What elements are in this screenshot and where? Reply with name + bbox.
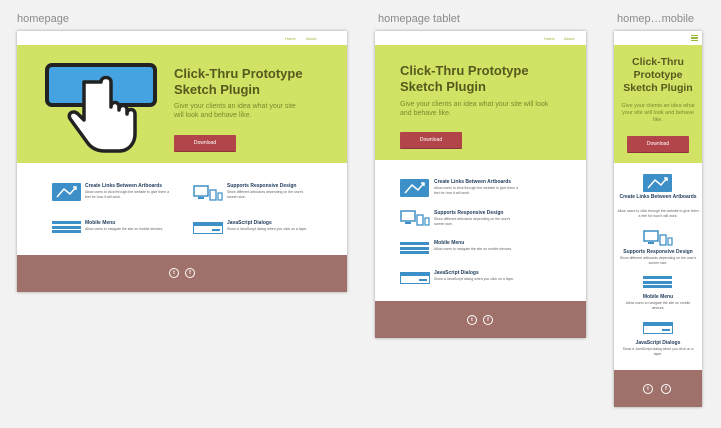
download-button[interactable]: Download	[627, 136, 689, 152]
nav-about-link[interactable]: About	[564, 36, 574, 41]
hero-title-line2: Sketch Plugin	[174, 81, 260, 97]
features-section: Create Links Between Artboards Allow use…	[375, 160, 586, 301]
feature-desc-dialogs: Show a JavaScript dialog when you click …	[227, 227, 308, 231]
feature-title-dialogs: JavaScript Dialogs	[227, 220, 272, 226]
facebook-icon[interactable]: f	[661, 384, 671, 394]
feature-title-mobile-menu: Mobile Menu	[85, 220, 116, 226]
nav-bar: Home About	[375, 31, 586, 45]
nav-about-link[interactable]: About	[306, 36, 316, 41]
dialog-icon	[400, 272, 430, 284]
hero-title-line2: Sketch Plugin	[623, 81, 693, 94]
features-section: Create Links Between Artboards Allow use…	[614, 163, 702, 370]
hero-title-line1: Click-Thru Prototype	[174, 66, 303, 81]
nav-bar: Home About	[17, 31, 347, 45]
feature-desc-responsive: Show different artboards depending on th…	[434, 217, 511, 226]
arrows-icon	[400, 179, 429, 197]
feature-desc-mobile-menu: Allow users to navigate the site on mobi…	[434, 247, 513, 251]
hero-subtitle: Give your clients an idea what your site…	[621, 103, 695, 124]
hand-tap-illustration	[45, 63, 157, 153]
feature-title-dialogs: JavaScript Dialogs	[434, 270, 479, 276]
feature-desc-mobile-menu: Allow users to navigate the site on mobi…	[625, 301, 691, 310]
nav-bar	[614, 31, 702, 45]
hero-title-line1: Click-Thru Prototype	[632, 56, 684, 81]
arrows-icon	[52, 183, 81, 201]
feature-title-links: Create Links Between Artboards	[85, 183, 163, 189]
feature-title-responsive: Supports Responsive Design	[227, 183, 297, 189]
hero-section: Click-Thru Prototype Sketch Plugin Give …	[17, 45, 347, 163]
hero-title-line1: Click-Thru Prototype	[400, 63, 529, 78]
feature-desc-links: Allow users to click through the website…	[434, 186, 519, 195]
hero-subtitle: Give your clients an idea what your site…	[400, 101, 549, 118]
menu-icon	[52, 221, 81, 233]
facebook-icon[interactable]: f	[483, 315, 493, 325]
artboard-desktop[interactable]: Home About Click-Thru Prototype Sketch P…	[17, 31, 347, 292]
feature-desc-mobile-menu: Allow users to navigate the site on mobi…	[85, 227, 164, 231]
feature-title-mobile-menu: Mobile Menu	[642, 294, 674, 300]
download-button[interactable]: Download	[174, 135, 236, 151]
feature-desc-responsive: Show different artboards depending on th…	[227, 190, 304, 199]
nav-home-link[interactable]: Home	[285, 36, 296, 41]
menu-icon	[643, 276, 672, 288]
devices-icon	[193, 185, 223, 201]
twitter-icon[interactable]: t	[467, 315, 477, 325]
hero-title: Click-Thru Prototype Sketch Plugin	[614, 56, 702, 94]
menu-icon	[400, 242, 429, 254]
feature-title-responsive: Supports Responsive Design	[434, 210, 504, 216]
feature-desc-dialogs: Show a JavaScript dialog when you click …	[434, 277, 515, 281]
dialog-icon	[193, 222, 223, 234]
nav-home-link[interactable]: Home	[544, 36, 555, 41]
footer: t f	[17, 255, 347, 292]
artboard-tablet[interactable]: Home About Click-Thru Prototype Sketch P…	[375, 31, 586, 338]
hero-title: Click-Thru Prototype Sketch Plugin	[174, 66, 303, 98]
feature-title-dialogs: JavaScript Dialogs	[635, 340, 681, 346]
artboard-label-mobile[interactable]: homep…mobile	[617, 13, 694, 25]
hamburger-menu-icon[interactable]	[691, 35, 698, 42]
feature-desc-dialogs: Show a JavaScript dialog when you click …	[622, 347, 694, 356]
artboard-label-tablet[interactable]: homepage tablet	[378, 13, 460, 25]
feature-title-links: Create Links Between Artboards	[434, 179, 512, 185]
devices-icon	[400, 210, 430, 226]
download-button[interactable]: Download	[400, 132, 462, 148]
hero-subtitle: Give your clients an idea what your site…	[174, 103, 296, 120]
footer: t f	[614, 370, 702, 407]
artboard-label-desktop[interactable]: homepage	[17, 13, 69, 25]
feature-title-mobile-menu: Mobile Menu	[434, 240, 465, 246]
hero-section: Click-Thru Prototype Sketch Plugin Give …	[614, 45, 702, 163]
twitter-icon[interactable]: t	[169, 268, 179, 278]
feature-desc-responsive: Show different artboards depending on th…	[619, 256, 697, 265]
hero-section: Click-Thru Prototype Sketch Plugin Give …	[375, 45, 586, 160]
arrows-icon	[643, 174, 672, 192]
feature-title-responsive: Supports Responsive Design	[623, 249, 693, 255]
hero-title: Click-Thru Prototype Sketch Plugin	[400, 63, 529, 95]
twitter-icon[interactable]: t	[643, 384, 653, 394]
feature-desc-links: Allow users to click through the website…	[617, 209, 699, 218]
features-section: Create Links Between Artboards Allow use…	[17, 163, 347, 255]
feature-title-links: Create Links Between Artboards	[619, 194, 697, 200]
hero-title-line2: Sketch Plugin	[400, 78, 486, 94]
footer: t f	[375, 301, 586, 338]
devices-icon	[643, 230, 673, 246]
dialog-icon	[643, 322, 673, 334]
feature-desc-links: Allow users to click through the website…	[85, 190, 170, 199]
facebook-icon[interactable]: f	[185, 268, 195, 278]
artboard-mobile[interactable]: Click-Thru Prototype Sketch Plugin Give …	[614, 31, 702, 407]
